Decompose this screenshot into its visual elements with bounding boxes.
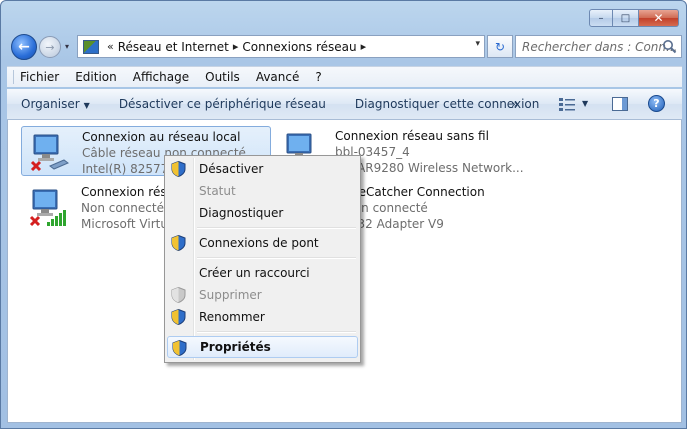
uac-shield-icon (172, 340, 187, 356)
connection-name: Connexion au réseau local (82, 130, 241, 144)
menu-item-delete[interactable]: Supprimer (167, 284, 358, 306)
menu-item-properties[interactable]: Propriétés (167, 336, 358, 358)
network-adapter-disconnected-icon (30, 134, 69, 172)
minimize-button[interactable]: – (589, 9, 613, 27)
uac-shield-icon (171, 235, 186, 251)
close-button[interactable]: ✕ (639, 9, 679, 27)
chevron-down-icon: ▼ (83, 101, 90, 110)
history-dropdown-icon[interactable]: ▾ (65, 42, 69, 51)
forward-button[interactable]: → (39, 36, 61, 58)
menu-item-diagnose[interactable]: Diagnostiquer (167, 202, 358, 224)
context-menu: Désactiver Statut Diagnostiquer Connexio… (164, 155, 361, 363)
network-connections-window: – □ ✕ ← → ▾ « Réseau et Internet ▸ Conne… (0, 0, 687, 429)
caption-buttons: – □ ✕ (589, 9, 679, 27)
refresh-button[interactable]: ↻ (487, 35, 513, 58)
menu-item-create-shortcut[interactable]: Créer un raccourci (167, 262, 358, 284)
menu-separator (197, 254, 358, 262)
breadcrumb-separator[interactable]: ▸ (233, 40, 239, 53)
address-dropdown-icon[interactable]: ▾ (475, 39, 480, 49)
search-placeholder: Rechercher dans : Conn... (522, 39, 678, 54)
back-button[interactable]: ← (11, 34, 37, 60)
breadcrumb-network-connections[interactable]: Connexions réseau (242, 40, 356, 54)
navigation-bar: ← → ▾ « Réseau et Internet ▸ Connexions … (7, 34, 682, 60)
menu-item-label: Diagnostiquer (199, 206, 284, 220)
menu-item-label: Connexions de pont (199, 236, 319, 250)
search-icon[interactable] (662, 39, 677, 54)
connection-name: Connexion réseau sans fil (335, 129, 489, 143)
view-dropdown-icon[interactable]: ▼ (582, 99, 588, 108)
menu-file[interactable]: Fichier (13, 70, 59, 84)
menu-item-label: Renommer (199, 310, 265, 324)
breadcrumb-network-internet[interactable]: Réseau et Internet (118, 40, 229, 54)
menu-item-label: Désactiver (199, 162, 264, 176)
menu-view[interactable]: Affichage (133, 70, 189, 84)
menu-separator (197, 328, 358, 336)
menu-bar: Fichier Edition Affichage Outils Avancé … (7, 66, 682, 87)
uac-shield-icon (171, 161, 186, 177)
network-folder-icon (83, 39, 99, 54)
maximize-button[interactable]: □ (613, 9, 639, 27)
menu-item-label: Statut (199, 184, 236, 198)
address-bar[interactable]: « Réseau et Internet ▸ Connexions réseau… (77, 35, 485, 58)
connection-status: bbl-03457_4 (335, 145, 410, 159)
change-view-icon[interactable] (559, 97, 575, 111)
menu-item-status[interactable]: Statut (167, 180, 358, 202)
menu-advanced[interactable]: Avancé (256, 70, 300, 84)
connection-device: ros AR9280 Wireless Network... (335, 161, 524, 175)
organize-label: Organiser (21, 97, 80, 111)
menu-item-bridge[interactable]: Connexions de pont (167, 232, 358, 254)
breadcrumb-overflow[interactable]: « (107, 40, 114, 53)
command-bar: Organiser ▼ Désactiver ce périphérique ré… (7, 89, 682, 120)
search-input[interactable]: Rechercher dans : Conn... (515, 35, 682, 58)
menu-item-label: Propriétés (200, 340, 271, 354)
uac-shield-icon (171, 287, 186, 303)
disable-device-button[interactable]: Désactiver ce périphérique réseau (119, 97, 326, 111)
network-adapter-signal-icon (29, 189, 66, 227)
menu-edit[interactable]: Edition (75, 70, 117, 84)
uac-shield-icon (171, 309, 186, 325)
menu-tools[interactable]: Outils (205, 70, 240, 84)
menu-separator (197, 224, 358, 232)
organize-button[interactable]: Organiser ▼ (21, 97, 90, 111)
menu-item-label: Créer un raccourci (199, 266, 310, 280)
menu-item-rename[interactable]: Renommer (167, 306, 358, 328)
breadcrumb-separator[interactable]: ▸ (361, 40, 367, 53)
menu-item-disable[interactable]: Désactiver (167, 158, 358, 180)
menu-help[interactable]: ? (315, 70, 321, 84)
more-commands-button[interactable]: » (511, 97, 518, 111)
menu-item-label: Supprimer (199, 288, 262, 302)
preview-pane-icon[interactable] (612, 97, 628, 111)
help-icon[interactable]: ? (648, 95, 665, 112)
